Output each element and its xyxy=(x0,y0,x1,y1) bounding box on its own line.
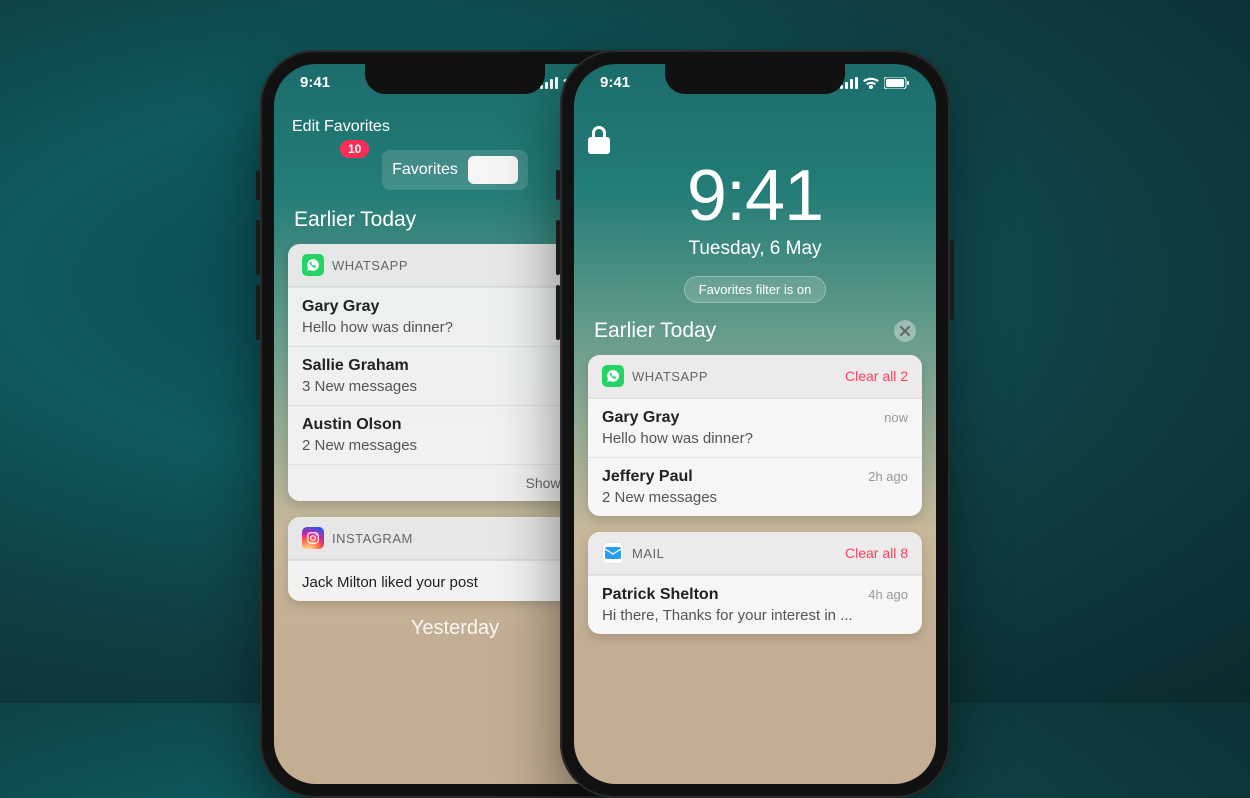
message-preview: Hello how was dinner? xyxy=(602,430,908,447)
sender: Gary Gray xyxy=(602,409,679,427)
clear-all-button[interactable]: Clear all 8 xyxy=(845,545,908,561)
mute-switch xyxy=(256,170,260,200)
status-time: 9:41 xyxy=(600,74,630,91)
mail-icon xyxy=(602,542,624,564)
whatsapp-card[interactable]: WHATSAPP Clear all 2 Gary Gray now Hello… xyxy=(588,355,922,516)
instagram-icon xyxy=(302,527,324,549)
battery-icon xyxy=(884,77,910,89)
volume-down xyxy=(556,285,560,340)
sender: Gary Gray xyxy=(302,298,379,316)
sender: Jeffery Paul xyxy=(602,468,693,486)
clear-section-button[interactable] xyxy=(894,320,916,342)
notification-row[interactable]: Jeffery Paul 2h ago 2 New messages xyxy=(588,457,922,516)
lockscreen-clock: 9:41 xyxy=(588,160,922,232)
sender: Austin Olson xyxy=(302,416,402,434)
notch xyxy=(665,64,845,94)
section-header-earlier-today: Earlier Today xyxy=(594,319,916,343)
power-button xyxy=(950,240,954,320)
notification-row[interactable]: Gary Gray now Hello how was dinner? xyxy=(588,398,922,457)
section-header-label: Earlier Today xyxy=(294,208,416,232)
clear-all-button[interactable]: Clear all 2 xyxy=(845,368,908,384)
timestamp: 2h ago xyxy=(868,469,908,484)
volume-up xyxy=(256,220,260,275)
sender: Patrick Shelton xyxy=(602,586,718,604)
phone-right: 9:41 9:41 Tuesday, xyxy=(560,50,950,798)
lockscreen-date: Tuesday, 6 May xyxy=(588,238,922,260)
timestamp: 4h ago xyxy=(868,587,908,602)
mute-switch xyxy=(556,170,560,200)
status-time: 9:41 xyxy=(300,74,330,91)
volume-down xyxy=(256,285,260,340)
lock-icon xyxy=(588,126,922,154)
section-header-label: Earlier Today xyxy=(594,319,716,343)
notification-row[interactable]: Patrick Shelton 4h ago Hi there, Thanks … xyxy=(588,575,922,634)
message-preview: 2 New messages xyxy=(602,489,908,506)
mail-card[interactable]: MAIL Clear all 8 Patrick Shelton 4h ago … xyxy=(588,532,922,634)
notch xyxy=(365,64,545,94)
whatsapp-icon xyxy=(302,254,324,276)
app-name-label: WHATSAPP xyxy=(632,369,837,384)
favorites-segment[interactable]: Favorites xyxy=(382,150,528,190)
timestamp: now xyxy=(884,410,908,425)
whatsapp-card-header: WHATSAPP Clear all 2 xyxy=(588,355,922,398)
mail-card-header: MAIL Clear all 8 xyxy=(588,532,922,575)
message-preview: Hi there, Thanks for your interest in ..… xyxy=(602,607,908,624)
favorites-badge: 10 xyxy=(340,140,369,158)
sender: Sallie Graham xyxy=(302,357,409,375)
segment-other[interactable] xyxy=(468,156,518,184)
volume-up xyxy=(556,220,560,275)
favorites-filter-pill[interactable]: Favorites filter is on xyxy=(684,276,827,303)
favorites-label: Favorites xyxy=(392,161,458,179)
wifi-icon xyxy=(863,77,879,89)
whatsapp-icon xyxy=(602,365,624,387)
app-name-label: MAIL xyxy=(632,546,837,561)
